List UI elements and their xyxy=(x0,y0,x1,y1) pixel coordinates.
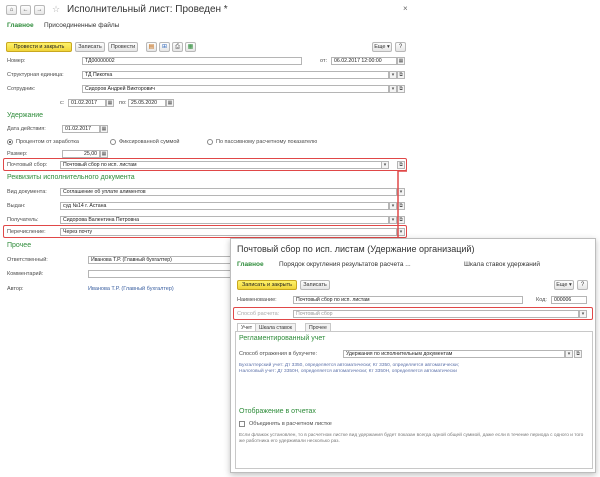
popup-method-label: Способ расчета: xyxy=(237,311,280,317)
combine-label: Объединять в расчетном листке xyxy=(249,421,332,427)
popup-method-dropdown-icon[interactable]: ▾ xyxy=(579,310,587,318)
popup-tab-scale[interactable]: Шкала ставок удержаний xyxy=(464,261,540,268)
popup-help-icon[interactable]: ? xyxy=(577,280,588,290)
popup-save-close-button[interactable]: Записать и закрыть xyxy=(237,280,297,290)
popup-tab-rounding[interactable]: Порядок округления результатов расчета .… xyxy=(279,261,411,268)
popup-more-button[interactable]: Еще ▾ xyxy=(554,280,574,290)
popup-name-field[interactable]: Почтовый сбор по исп. листам xyxy=(293,296,523,304)
popup-title: Почтовый сбор по исп. листам (Удержание … xyxy=(237,244,475,254)
acc-nu-text: Налоговый учет: Дт 3350Н, определяется а… xyxy=(239,369,457,374)
combine-note: Если флажок установлен, то в расчетном л… xyxy=(239,433,584,444)
reflect-field[interactable]: Удержания по исполнительным документам xyxy=(343,350,565,358)
popup-code-label: Код: xyxy=(536,297,547,303)
combine-checkbox[interactable] xyxy=(239,421,245,427)
popup-window: Почтовый сбор по исп. листам (Удержание … xyxy=(230,238,596,473)
reg-section-title: Регламентированный учет xyxy=(239,335,326,342)
popup-more-label: Еще xyxy=(556,282,568,288)
reflect-open-icon[interactable]: ⧉ xyxy=(574,350,582,358)
popup-code-field[interactable]: 000006 xyxy=(551,296,587,304)
popup-save-button[interactable]: Записать xyxy=(300,280,330,290)
popup-tab-main[interactable]: Главное xyxy=(237,261,264,268)
reflect-dropdown-icon[interactable]: ▾ xyxy=(565,350,573,358)
popup-name-label: Наименование: xyxy=(237,297,277,303)
rep-section-title: Отображение в отчетах xyxy=(239,408,316,415)
popup-method-field[interactable]: Почтовый сбор xyxy=(293,310,579,318)
reflect-label: Способ отражения в бухучете: xyxy=(239,351,318,357)
